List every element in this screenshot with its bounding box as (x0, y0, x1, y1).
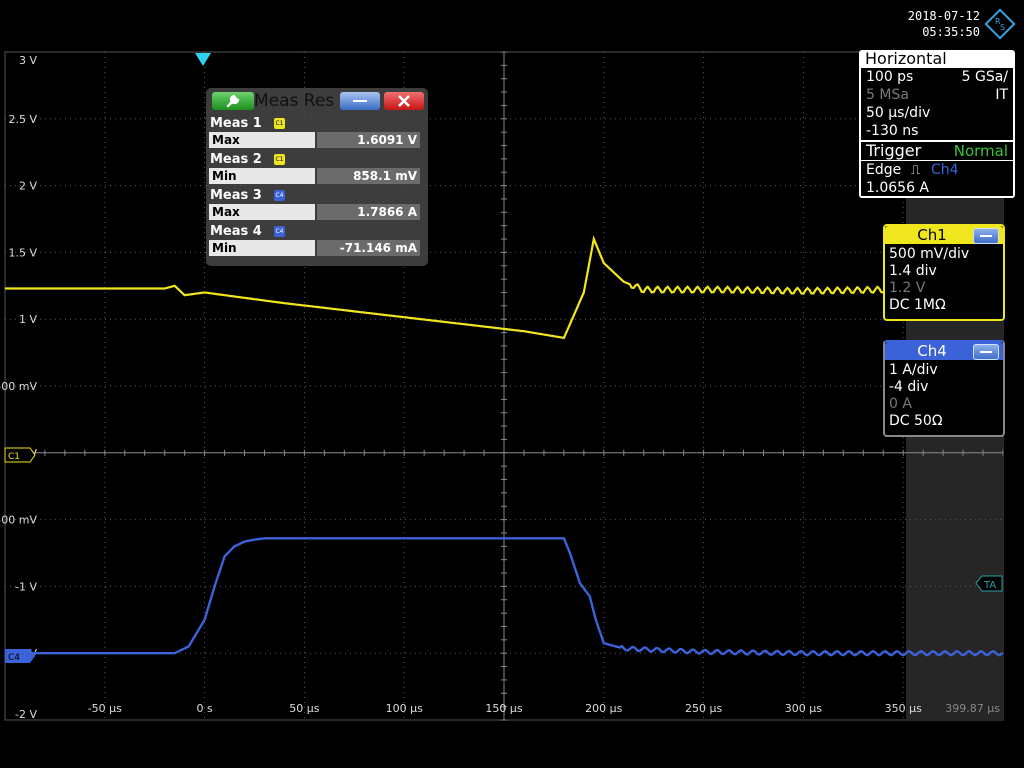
x-tick-label: 300 µs (785, 702, 822, 715)
meas4-value: -71.146 mA (317, 240, 420, 256)
meas2-source-badge: C1 (274, 154, 285, 165)
horizontal-position: -130 ns (866, 123, 919, 139)
x-tick-label: 0 s (196, 702, 212, 715)
acq-mode: IT (995, 87, 1008, 103)
y-tick-label: 500 mV (0, 380, 37, 393)
meas4-row: Min -71.146 mA (209, 240, 420, 256)
meas1-source-badge: C1 (274, 118, 285, 129)
y-tick-label: 1 V (19, 313, 37, 326)
close-icon (398, 95, 410, 107)
trigger-type: Edge (866, 162, 902, 178)
y-tick-label: 2 V (19, 180, 37, 193)
x-tick-label: 100 µs (386, 702, 423, 715)
meas1-row: Max 1.6091 V (209, 132, 420, 148)
ch1-offset-div: 1.4 div (889, 263, 937, 279)
ch4-name: Ch4 (917, 342, 947, 360)
meas3-label: Meas 3 (210, 188, 262, 203)
trigger-source: Ch4 (931, 162, 959, 178)
meas4-label: Meas 4 (210, 224, 262, 239)
meas1-type: Max (209, 132, 315, 148)
trigger-mode: Normal (953, 142, 1008, 160)
meas2-label: Meas 2 (210, 152, 262, 167)
sample-rate: 5 GSa/ (961, 69, 1008, 85)
ch4-offset-div: -4 div (889, 379, 929, 395)
x-tick-label: -50 µs (88, 702, 122, 715)
measurement-results-dialog[interactable]: Meas Res Meas 1 C1 Max 1.6091 V Meas 2 C… (206, 88, 428, 266)
x-tick-label: 200 µs (585, 702, 622, 715)
ch1-marker-label: C1 (8, 452, 20, 462)
datetime: 2018-07-12 05:35:50 (880, 8, 980, 40)
meas2-type: Min (209, 168, 315, 184)
record-length: 5 MSa (866, 87, 909, 103)
horizontal-panel[interactable]: Horizontal 100 ps 5 GSa/ 5 MSa IT 50 µs/di… (859, 50, 1015, 198)
trigger-level-label: TA (983, 580, 996, 591)
meas2-row: Min 858.1 mV (209, 168, 420, 184)
x-tick-label: 350 µs (885, 702, 922, 715)
ch1-name: Ch1 (917, 226, 947, 244)
meas1-value: 1.6091 V (317, 132, 420, 148)
ch1-scale: 500 mV/div (889, 246, 970, 262)
rising-edge-icon: ⎍ (911, 163, 921, 178)
ch4-marker-label: C4 (8, 653, 20, 663)
y-tick-label: -2 V (15, 708, 37, 721)
x-tick-label: 150 µs (485, 702, 522, 715)
y-tick-label: 2.5 V (8, 113, 37, 126)
ch4-coupling: DC 50Ω (889, 413, 943, 429)
time-scale: 50 µs/div (866, 105, 931, 121)
ch4-minimize-button[interactable] (973, 344, 999, 360)
ch4-scale: 1 A/div (889, 362, 938, 378)
meas1-label: Meas 1 (210, 116, 262, 131)
meas4-source-badge: C4 (274, 226, 285, 237)
svg-text:S: S (1000, 23, 1005, 32)
meas3-source-badge: C4 (274, 190, 285, 201)
ch4-settings-box[interactable]: Ch4 1 A/div -4 div 0 A DC 50Ω (883, 340, 1005, 437)
meas-settings-button[interactable] (212, 92, 254, 110)
meas2-value: 858.1 mV (317, 168, 420, 184)
trigger-level: 1.0656 A (866, 180, 930, 196)
y-tick-label: -1 V (15, 580, 37, 593)
y-tick-label: 1.5 V (8, 246, 37, 259)
x-tick-label: 50 µs (289, 702, 319, 715)
resolution: 100 ps (866, 69, 914, 85)
y-tick-label: 3 V (19, 54, 37, 67)
trigger-title: Trigger (866, 141, 922, 160)
meas-minimize-button[interactable] (340, 92, 380, 110)
ch1-settings-box[interactable]: Ch1 500 mV/div 1.4 div 1.2 V DC 1MΩ (883, 224, 1005, 321)
ch1-coupling: DC 1MΩ (889, 297, 946, 313)
meas3-value: 1.7866 A (317, 204, 420, 220)
meas-dialog-title: Meas Res (254, 91, 335, 111)
date: 2018-07-12 (907, 9, 980, 23)
y-tick-label: -500 mV (0, 514, 37, 527)
ch1-offset-v: 1.2 V (889, 280, 926, 296)
wrench-icon (226, 94, 240, 108)
meas3-type: Max (209, 204, 315, 220)
ch1-minimize-button[interactable] (973, 228, 999, 244)
x-tick-label: 250 µs (685, 702, 722, 715)
x-tick-label: 399.87 µs (945, 702, 1000, 715)
meas3-row: Max 1.7866 A (209, 204, 420, 220)
meas4-type: Min (209, 240, 315, 256)
horizontal-title: Horizontal (865, 49, 947, 68)
meas-close-button[interactable] (384, 92, 424, 110)
time: 05:35:50 (922, 25, 980, 39)
rs-logo-icon: R S (984, 8, 1016, 40)
ch4-offset-a: 0 A (889, 396, 912, 412)
